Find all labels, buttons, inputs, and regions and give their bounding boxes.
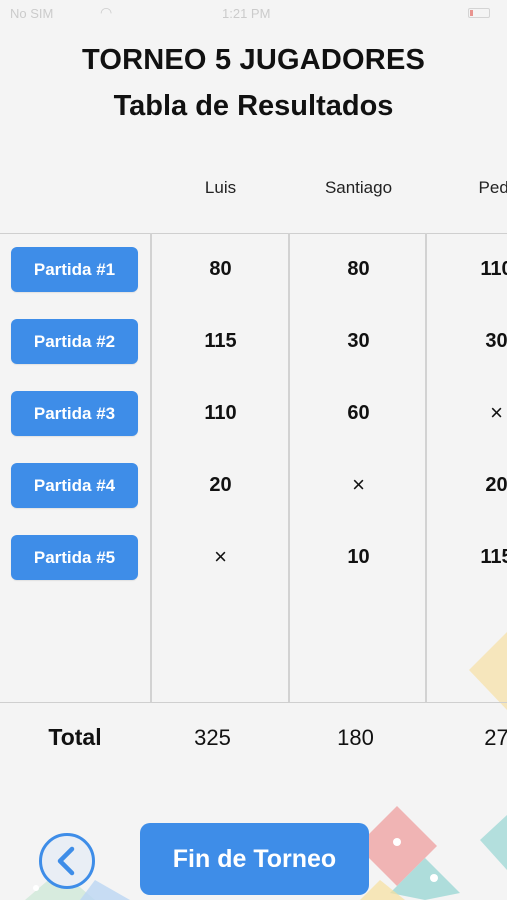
player-header-santiago: Santiago: [324, 178, 393, 197]
match-5-button[interactable]: Partida #5: [11, 535, 138, 580]
back-button[interactable]: [39, 833, 95, 889]
table-bottom-divider: [0, 702, 507, 703]
status-bar: No SIM ◠ 1:21 PM: [0, 0, 507, 30]
player-header-pedr: Pedr: [478, 178, 507, 197]
finish-tournament-button[interactable]: Fin de Torneo: [140, 823, 369, 895]
total-value: 325: [194, 725, 231, 750]
score-cell[interactable]: 115: [428, 546, 507, 569]
battery-icon: [468, 8, 490, 18]
score-cell[interactable]: 110: [152, 402, 289, 425]
wifi-icon: ◠: [100, 4, 113, 20]
score-cell[interactable]: 30: [428, 330, 507, 353]
match-4-button[interactable]: Partida #4: [11, 463, 138, 508]
match-3-button[interactable]: Partida #3: [11, 391, 138, 436]
no-score-x-icon[interactable]: ×: [290, 472, 427, 498]
score-cell[interactable]: 30: [290, 330, 427, 353]
score-cell[interactable]: 80: [290, 258, 427, 281]
score-cell[interactable]: 20: [152, 474, 289, 497]
score-cell[interactable]: 60: [290, 402, 427, 425]
page-title: TORNEO 5 JUGADORES: [81, 44, 426, 76]
score-cell[interactable]: 110: [428, 258, 507, 281]
total-value: 180: [337, 725, 374, 750]
match-1-button[interactable]: Partida #1: [11, 247, 138, 292]
column-divider: [425, 233, 427, 702]
score-cell[interactable]: 10: [290, 546, 427, 569]
column-divider: [150, 233, 152, 702]
player-header-luis: Luis: [204, 178, 237, 197]
score-cell[interactable]: 80: [152, 258, 289, 281]
score-cell[interactable]: 115: [152, 330, 289, 353]
page-subtitle: Tabla de Resultados: [113, 90, 394, 122]
status-time: 1:21 PM: [222, 6, 271, 21]
table-top-divider: [0, 233, 507, 234]
carrier-label: No SIM: [10, 6, 54, 21]
chevron-left-icon: [57, 846, 75, 876]
no-score-x-icon[interactable]: ×: [428, 400, 507, 426]
decorative-background-shapes: [25, 632, 507, 900]
column-divider: [288, 233, 290, 702]
no-score-x-icon[interactable]: ×: [152, 544, 289, 570]
score-cell[interactable]: 20: [428, 474, 507, 497]
match-2-button[interactable]: Partida #2: [11, 319, 138, 364]
total-label: Total: [48, 724, 102, 750]
total-value: 27: [484, 725, 507, 750]
